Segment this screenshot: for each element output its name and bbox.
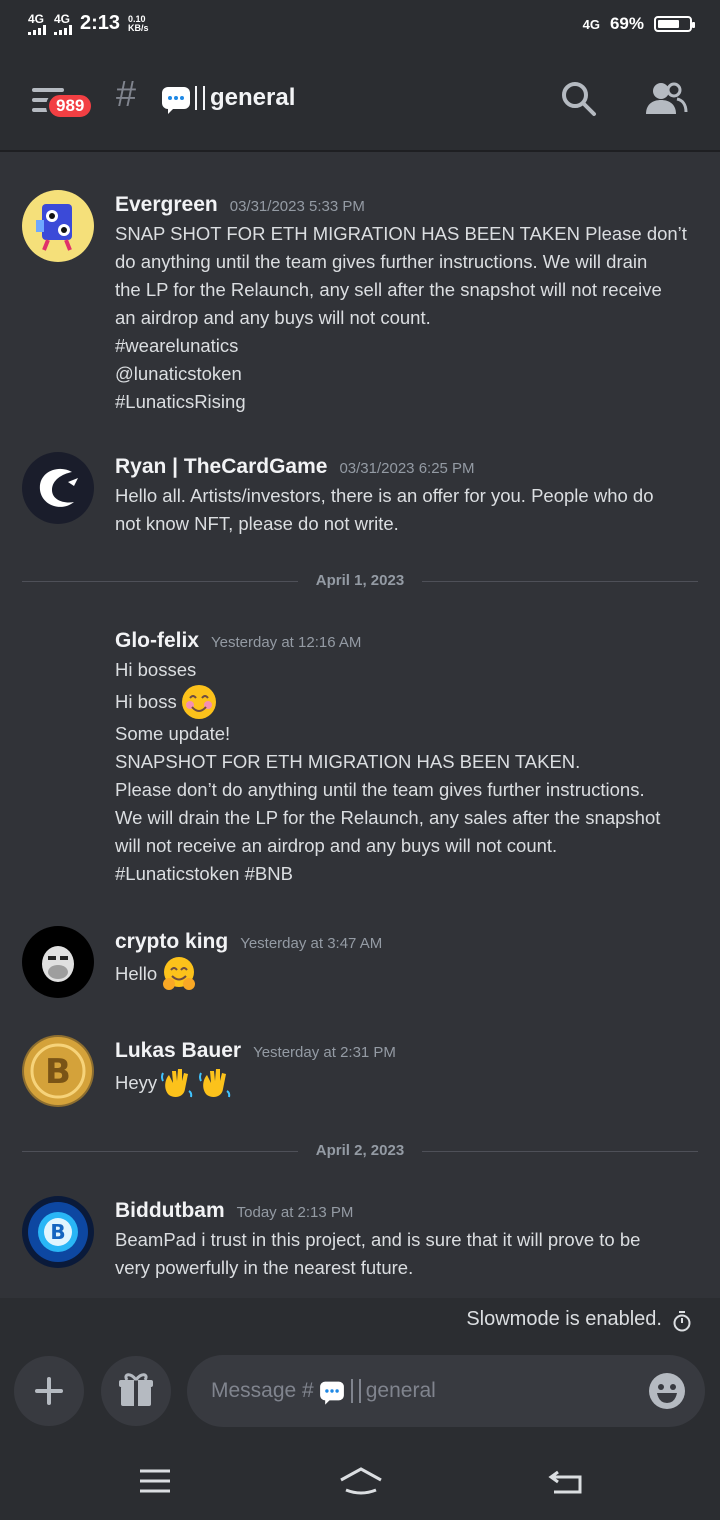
message-line: Please don’t do anything until the team … — [115, 779, 645, 800]
timestamp: Yesterday at 3:47 AM — [240, 935, 383, 952]
channel-header — [0, 52, 720, 152]
message-line: an airdrop and any buys will not count. — [115, 307, 431, 328]
signal-indicator-2: 4G — [54, 13, 72, 35]
signal-indicator-1: 4G — [28, 13, 46, 35]
message-line: do anything until the team gives further… — [115, 251, 648, 272]
network-type-3: 4G — [582, 16, 600, 32]
timer-icon — [673, 1311, 691, 1332]
message-content: Hello all. Artists/investors, there is a… — [115, 482, 705, 538]
status-bar: 4G 4G 2:13 0.10 KB/s 4G 69% — [0, 0, 720, 52]
message-content: Hi bosses Hi boss Some update! SNAPSHOT … — [115, 656, 705, 888]
author-name[interactable]: crypto king — [115, 930, 228, 954]
smiling-face-emoji-icon — [181, 685, 216, 719]
system-navigation-bar — [0, 1442, 720, 1520]
message-line: We will drain the LP for the Relaunch, a… — [115, 807, 661, 828]
message-line: the LP for the Relaunch, any sell after … — [115, 279, 662, 300]
channel-title[interactable]: general — [162, 84, 296, 114]
nav-menu-icon[interactable] — [138, 1466, 172, 1496]
placeholder-prefix: Message # — [211, 1379, 314, 1402]
timestamp: Today at 2:13 PM — [236, 1204, 354, 1221]
waving-hand-emoji-icon — [161, 1069, 193, 1098]
date-divider-label: April 2, 2023 — [315, 1142, 405, 1159]
message-line: will not receive an airdrop and any buys… — [115, 835, 558, 856]
message-input[interactable]: Message # general — [187, 1355, 705, 1427]
message-line: BeamPad i trust in this project, and is … — [115, 1229, 641, 1250]
avatar[interactable]: B — [22, 1196, 94, 1268]
search-icon[interactable] — [560, 80, 598, 118]
avatar[interactable] — [22, 926, 94, 998]
hugging-face-emoji-icon — [163, 957, 196, 990]
avatar[interactable] — [22, 190, 94, 262]
message-line: very powerfully in the nearest future. — [115, 1257, 414, 1278]
message-line: Some update! — [115, 723, 231, 744]
placeholder-channel: general — [365, 1379, 436, 1402]
svg-text:B: B — [50, 1220, 65, 1244]
nav-home-icon[interactable] — [338, 1466, 384, 1496]
clock: 2:13 — [80, 12, 121, 34]
message-line: SNAP SHOT FOR ETH MIGRATION HAS BEEN TAK… — [115, 223, 687, 244]
gift-icon — [119, 1373, 153, 1406]
channel-name: general — [210, 84, 296, 111]
message-content: Heyy — [115, 1065, 705, 1101]
message-content: SNAP SHOT FOR ETH MIGRATION HAS BEEN TAK… — [115, 220, 705, 416]
svg-text:B: B — [45, 1052, 71, 1092]
robot-avatar-image — [36, 204, 72, 251]
message-line: Heyy — [115, 1072, 158, 1093]
ape-avatar-image — [42, 946, 74, 982]
author-name[interactable]: Evergreen — [115, 193, 218, 217]
author-name[interactable]: Glo-felix — [115, 629, 199, 653]
message-line: Hello all. Artists/investors, there is a… — [115, 485, 654, 506]
dragon-avatar-image — [39, 468, 78, 507]
blue-bitcoin-avatar-image: B — [28, 1202, 88, 1262]
battery-icon — [654, 16, 695, 32]
date-divider-label: April 1, 2023 — [315, 572, 405, 589]
bitcoin-coin-avatar-image: B — [24, 1037, 92, 1105]
network-speed: 0.10 KB/s — [128, 14, 149, 33]
channel-hash-icon: # — [116, 73, 137, 114]
timestamp: 03/31/2023 6:25 PM — [339, 460, 475, 477]
avatar[interactable] — [22, 452, 94, 524]
timestamp: 03/31/2023 5:33 PM — [229, 198, 365, 215]
author-name[interactable]: Lukas Bauer — [115, 1039, 241, 1063]
speech-bubble-icon — [162, 87, 190, 114]
author-name[interactable]: Ryan | TheCardGame — [115, 455, 327, 479]
message-line: Hi bosses — [115, 659, 197, 680]
members-icon[interactable] — [644, 80, 688, 118]
hashtag: #wearelunatics — [115, 335, 239, 356]
message-content: BeamPad i trust in this project, and is … — [115, 1226, 705, 1282]
slowmode-notice: Slowmode is enabled. — [0, 1298, 720, 1342]
timestamp: Yesterday at 12:16 AM — [211, 634, 362, 651]
hashtag: #LunaticsRising — [115, 391, 246, 412]
speed-unit: KB/s — [128, 22, 149, 33]
battery-percent: 69% — [609, 14, 644, 33]
slowmode-text: Slowmode is enabled. — [466, 1308, 662, 1330]
message-composer: Message # general — [0, 1342, 720, 1442]
nav-back-icon[interactable] — [548, 1466, 584, 1496]
emoji-icon[interactable] — [648, 1372, 686, 1410]
message-line: Hello — [115, 963, 158, 984]
mention: @lunaticstoken — [115, 363, 242, 384]
message-line: Hi boss — [115, 691, 177, 712]
gift-button[interactable] — [101, 1356, 171, 1426]
network-type-2: 4G — [54, 11, 71, 26]
add-attachment-button[interactable] — [14, 1356, 84, 1426]
unread-badge: 989 — [46, 92, 95, 120]
message-content: Hello — [115, 956, 705, 992]
plus-icon — [35, 1377, 63, 1405]
waving-hand-emoji-icon — [199, 1069, 231, 1098]
network-type-1: 4G — [28, 11, 45, 26]
date-divider: April 2, 2023 — [22, 1142, 698, 1162]
hashtag: #Lunaticstoken #BNB — [115, 863, 293, 884]
speech-bubble-icon — [319, 1381, 344, 1405]
message-line: not know NFT, please do not write. — [115, 513, 399, 534]
message-line: SNAPSHOT FOR ETH MIGRATION HAS BEEN TAKE… — [115, 751, 581, 772]
timestamp: Yesterday at 2:31 PM — [253, 1044, 396, 1061]
avatar[interactable]: B — [22, 1035, 94, 1107]
date-divider: April 1, 2023 — [22, 572, 698, 592]
author-name[interactable]: Biddutbam — [115, 1199, 225, 1223]
